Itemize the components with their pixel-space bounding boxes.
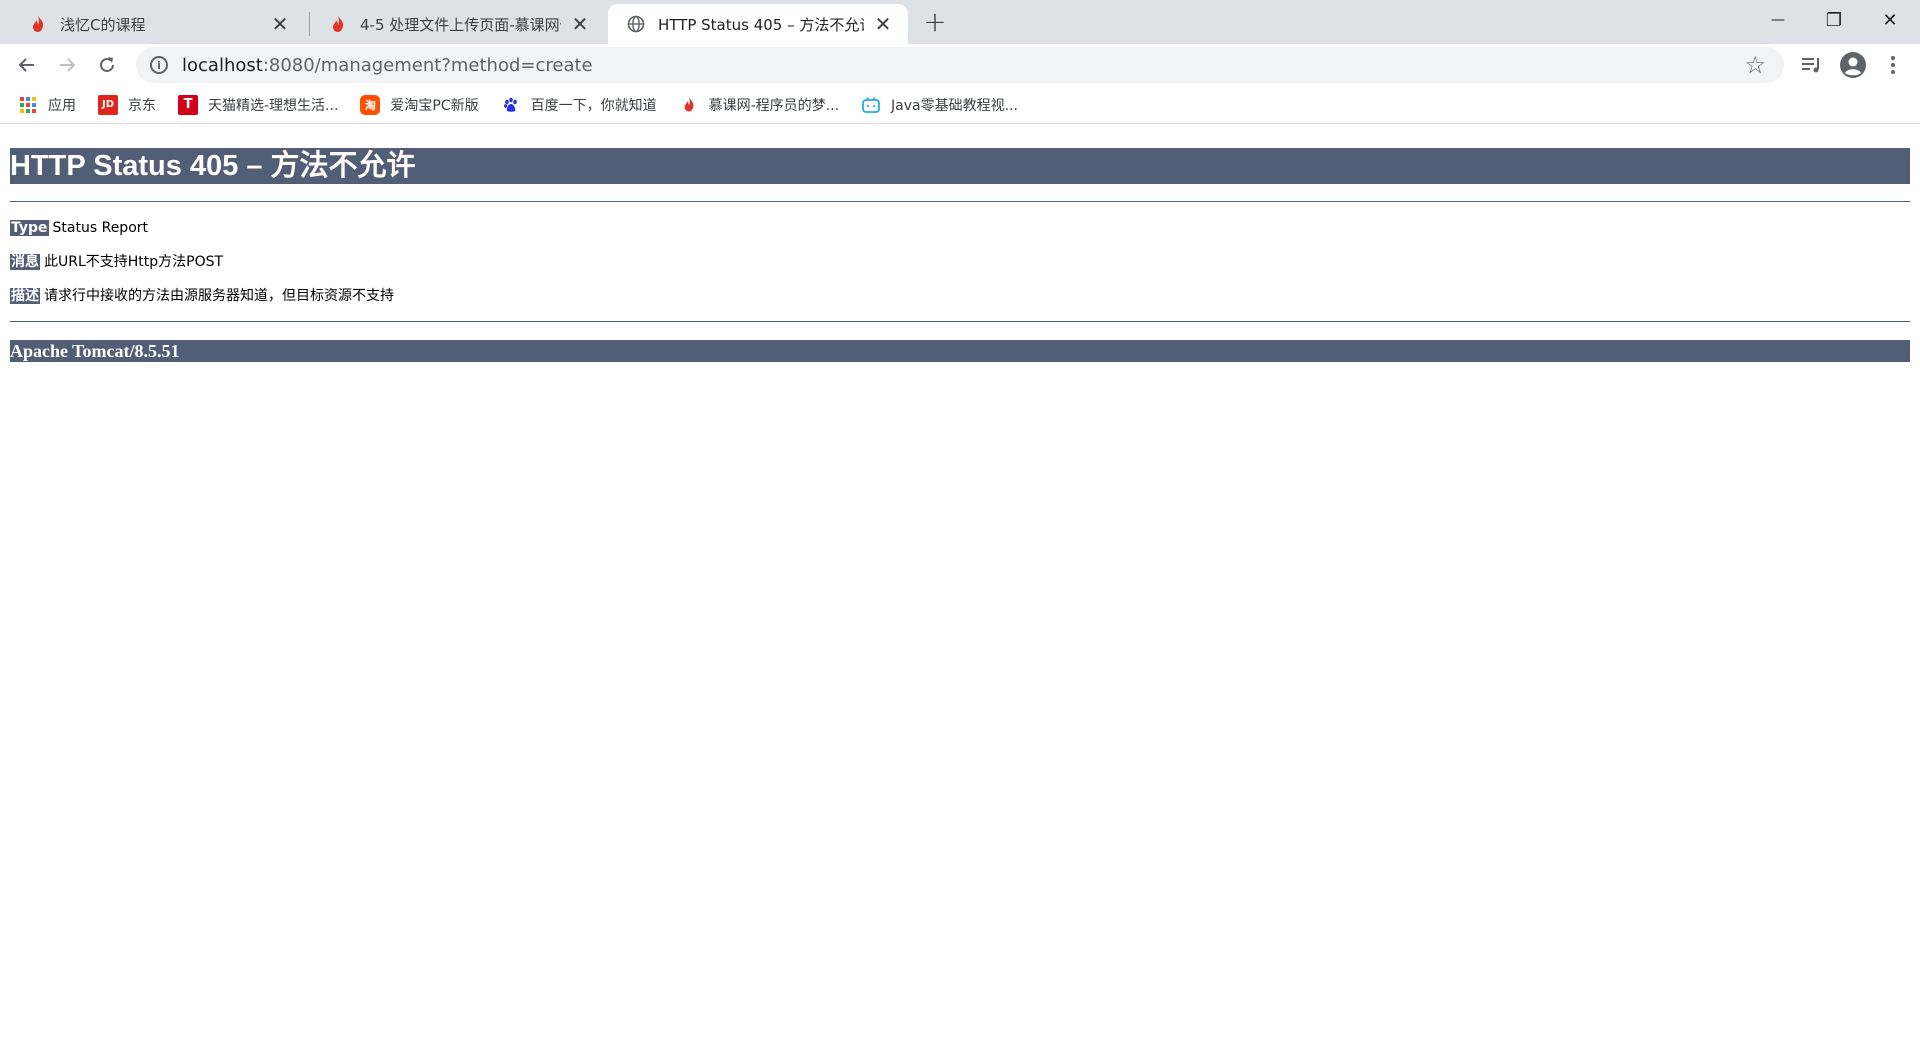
star-icon[interactable]: ☆ [1744, 51, 1766, 79]
type-value: Status Report [52, 220, 149, 236]
taobao-icon: 淘 [360, 94, 381, 115]
bookmark-label: 慕课网-程序员的梦... [708, 97, 840, 114]
description-value: 请求行中接收的方法由源服务器知道，但目标资源不支持 [44, 288, 394, 304]
reload-button[interactable] [92, 50, 122, 80]
url-host: localhost [182, 54, 263, 76]
browser-toolbar: i localhost:8080/management?method=creat… [0, 44, 1920, 86]
new-tab-button[interactable]: + [920, 5, 950, 38]
menu-button[interactable] [1878, 50, 1908, 80]
arrow-right-icon [60, 58, 76, 72]
message-row: 消息 此URL不支持Http方法POST [10, 252, 223, 272]
bookmark-label: 天猫精选-理想生活... [208, 97, 339, 114]
tmall-icon: T [178, 94, 198, 115]
bilibili-icon [861, 95, 881, 115]
flame-icon [679, 95, 699, 115]
address-bar[interactable]: i localhost:8080/management?method=creat… [136, 47, 1784, 83]
info-icon[interactable]: i [150, 56, 168, 74]
bookmark-apps[interactable]: 应用 [18, 95, 76, 115]
tab-course[interactable]: 浅忆C的课程 ✕ [10, 4, 305, 44]
tab-title: 4-5 处理文件上传页面-慕课网体 [360, 15, 561, 34]
description-row: 描述 请求行中接收的方法由源服务器知道，但目标资源不支持 [10, 286, 394, 306]
jd-icon: JD [98, 94, 118, 115]
message-label: 消息 [10, 254, 40, 270]
apps-grid-icon [18, 95, 38, 115]
bookmark-label: 百度一下，你就知道 [530, 97, 657, 114]
tab-title: 浅忆C的课程 [60, 15, 146, 34]
type-row: Type Status Report [10, 218, 148, 238]
forward-button[interactable] [52, 50, 82, 80]
type-label: Type [10, 220, 49, 236]
close-window-button[interactable]: ✕ [1862, 0, 1918, 40]
tab-title: HTTP Status 405 – 方法不允许 [658, 15, 864, 34]
close-icon: ✕ [1882, 9, 1898, 31]
flame-icon [328, 14, 348, 34]
globe-icon [626, 14, 646, 34]
page-content: HTTP Status 405 – 方法不允许 Type Status Repor… [0, 128, 1920, 1042]
restore-button[interactable]: ❐ [1806, 0, 1862, 40]
profile-button[interactable] [1838, 50, 1868, 80]
bookmark-imooc[interactable]: 慕课网-程序员的梦... [679, 95, 839, 115]
bookmarks-bar: 应用 JD 京东 T 天猫精选-理想生活... 淘 爱淘宝PC新版 百度一下，你… [0, 86, 1920, 124]
server-footer: Apache Tomcat/8.5.51 [10, 340, 1910, 362]
minimize-button[interactable]: — [1750, 0, 1806, 40]
divider [10, 321, 1910, 322]
media-button[interactable] [1796, 50, 1826, 80]
description-label: 描述 [10, 288, 40, 304]
message-value: 此URL不支持Http方法POST [44, 254, 224, 270]
close-icon[interactable]: ✕ [269, 12, 291, 36]
more-vert-icon [1891, 56, 1895, 74]
page-title: HTTP Status 405 – 方法不允许 [10, 148, 1910, 184]
bookmark-tmall[interactable]: T 天猫精选-理想生活... [178, 94, 339, 115]
reload-icon [100, 57, 114, 72]
divider [10, 201, 1910, 202]
bookmark-jd[interactable]: JD 京东 [98, 94, 156, 115]
media-queue-icon [1802, 58, 1819, 73]
bookmark-label: Java零基础教程视... [891, 97, 1018, 114]
bookmark-label: 爱淘宝PC新版 [390, 97, 479, 114]
bookmark-bilibili[interactable]: Java零基础教程视... [861, 95, 1018, 115]
bookmark-baidu[interactable]: 百度一下，你就知道 [501, 95, 657, 115]
bookmark-taobao[interactable]: 淘 爱淘宝PC新版 [360, 94, 479, 115]
restore-icon: ❐ [1825, 9, 1843, 31]
back-button[interactable] [12, 50, 42, 80]
close-icon[interactable]: ✕ [872, 12, 894, 36]
close-icon[interactable]: ✕ [569, 12, 591, 36]
arrow-left-icon [18, 58, 34, 72]
minimize-icon: — [1771, 12, 1785, 28]
account-icon [1840, 52, 1866, 78]
flame-icon [28, 14, 48, 34]
tab-http-status[interactable]: HTTP Status 405 – 方法不允许 ✕ [608, 4, 908, 44]
url-path: :8080/management?method=create [262, 54, 593, 76]
baidu-paw-icon [501, 95, 521, 115]
tab-strip: 浅忆C的课程 ✕ 4-5 处理文件上传页面-慕课网体 ✕ HTTP Status… [0, 0, 1920, 44]
bookmark-label: 应用 [48, 97, 76, 114]
bookmark-label: 京东 [128, 97, 156, 114]
tab-upload[interactable]: 4-5 处理文件上传页面-慕课网体 ✕ [310, 4, 605, 44]
